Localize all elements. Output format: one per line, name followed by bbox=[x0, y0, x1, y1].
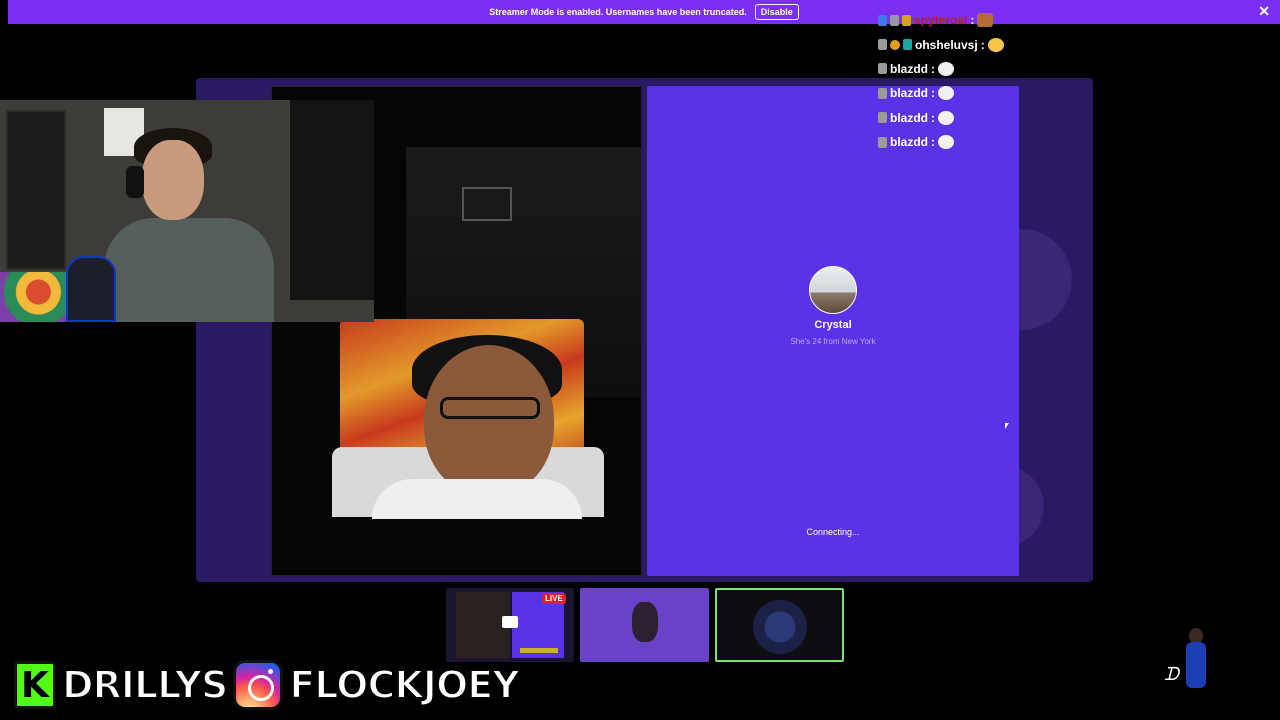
chat-message: blazdd : bbox=[878, 81, 1048, 105]
kick-logo-icon: K bbox=[14, 661, 56, 709]
mascot-body bbox=[1186, 642, 1206, 688]
face-emote-icon bbox=[977, 13, 994, 28]
close-icon[interactable]: ✕ bbox=[1258, 3, 1270, 20]
person-shirt bbox=[372, 479, 582, 519]
chat-separator: : bbox=[931, 110, 935, 125]
thinking-emote-icon bbox=[987, 37, 1004, 52]
kick-handle: DRILLYS bbox=[61, 662, 229, 708]
chat-username: blazdd bbox=[890, 61, 928, 76]
chat-username: blazdd bbox=[890, 86, 928, 101]
glasses bbox=[440, 397, 540, 419]
chat-message: blazdd : bbox=[878, 57, 1048, 81]
chat-message: blazdd : bbox=[878, 130, 1048, 154]
chat-overlay: spyteroal : ohsheluvsj : blazdd : blazdd… bbox=[878, 8, 1048, 154]
chat-separator: : bbox=[931, 86, 935, 101]
chat-separator: : bbox=[931, 135, 935, 150]
chat-message: ohsheluvsj : bbox=[878, 32, 1048, 56]
streamer-webcam bbox=[0, 100, 374, 322]
dark-door bbox=[290, 100, 374, 300]
white-emote-icon bbox=[938, 135, 954, 150]
microphone bbox=[66, 256, 116, 322]
profile-name: Crystal bbox=[814, 319, 852, 331]
circle-avatar bbox=[753, 600, 807, 654]
badge-icon bbox=[903, 39, 912, 51]
remote-video-panel: Crystal She's 24 from New York Connectin… bbox=[647, 86, 1019, 576]
live-badge: LIVE bbox=[542, 593, 566, 604]
avatar bbox=[809, 266, 857, 314]
disable-button[interactable]: Disable bbox=[754, 4, 799, 20]
mouse-cursor-icon bbox=[1005, 423, 1009, 429]
white-emote-icon bbox=[938, 110, 954, 125]
thumbnail-purple[interactable] bbox=[580, 588, 709, 662]
badge-icon bbox=[878, 136, 887, 148]
badge-icon bbox=[878, 63, 887, 75]
banner-text: Streamer Mode is enabled. Usernames have… bbox=[489, 7, 747, 17]
chat-username: spyteroal bbox=[914, 13, 968, 28]
badge-icon bbox=[890, 14, 899, 26]
streamer-shirt bbox=[104, 218, 274, 322]
screen-icon bbox=[502, 616, 518, 628]
thumbnail-selected[interactable] bbox=[715, 588, 844, 662]
chat-message: blazdd : bbox=[878, 106, 1048, 130]
streamer-face bbox=[142, 140, 204, 220]
streamer-mode-banner: Streamer Mode is enabled. Usernames have… bbox=[8, 0, 1280, 24]
badge-icon bbox=[878, 112, 887, 124]
person-face bbox=[424, 345, 554, 495]
chat-separator: : bbox=[970, 13, 975, 28]
chat-separator: : bbox=[931, 61, 935, 76]
badge-icon bbox=[878, 14, 887, 26]
stream-screen: Streamer Mode is enabled. Usernames have… bbox=[0, 0, 1280, 720]
basketball-hoop bbox=[462, 187, 512, 221]
badge-icon bbox=[878, 39, 887, 51]
white-emote-icon bbox=[938, 86, 954, 101]
social-handles: K DRILLYS FLOCKJOEY bbox=[14, 658, 521, 712]
chat-message: spyteroal : bbox=[878, 8, 1048, 32]
chat-username: ohsheluvsj bbox=[915, 37, 978, 52]
mascot-signature: ᗪ bbox=[1164, 664, 1179, 685]
door bbox=[6, 110, 66, 270]
headphones bbox=[126, 166, 144, 198]
instagram-logo-icon bbox=[233, 660, 284, 710]
face-icon bbox=[632, 602, 658, 642]
chat-separator: : bbox=[980, 37, 985, 52]
profile-subtitle: She's 24 from New York bbox=[790, 337, 876, 346]
badge-icon bbox=[878, 87, 887, 99]
white-emote-icon bbox=[938, 61, 954, 76]
chat-username: blazdd bbox=[890, 135, 928, 150]
chat-username: blazdd bbox=[890, 110, 928, 125]
thumbnail-bar bbox=[520, 648, 558, 653]
connection-status: Connecting... bbox=[806, 527, 860, 537]
instagram-handle: FLOCKJOEY bbox=[288, 662, 520, 708]
mascot-logo: ᗪ bbox=[1164, 626, 1216, 708]
coin-badge-icon bbox=[890, 39, 900, 50]
crown-badge-icon bbox=[902, 14, 911, 26]
